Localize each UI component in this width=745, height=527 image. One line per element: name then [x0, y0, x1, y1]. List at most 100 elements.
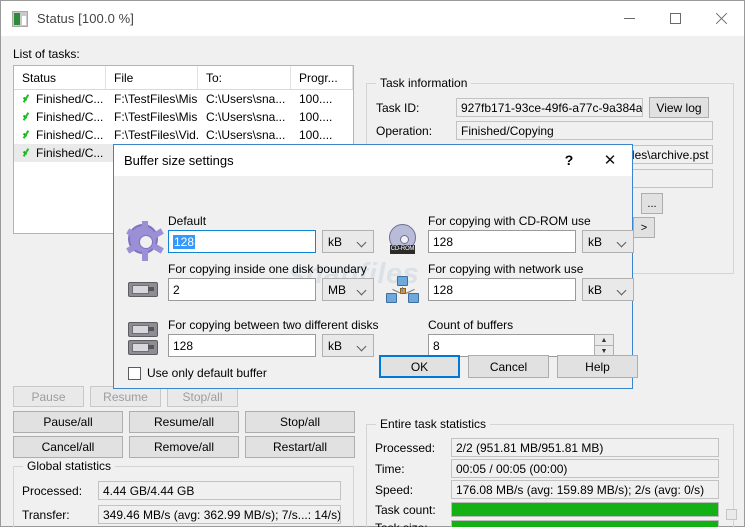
- entire-task-statistics-group: Entire task statistics Processed: 2/2 (9…: [366, 417, 734, 527]
- disk-icon: [128, 282, 158, 297]
- entire-speed-row: Speed: 176.08 MB/s (avg: 159.89 MB/s); 2…: [375, 480, 719, 499]
- pause-button[interactable]: Pause: [13, 386, 84, 407]
- cancel-button[interactable]: Cancel: [468, 355, 549, 378]
- cdrom-unit-select[interactable]: kB: [582, 230, 634, 253]
- same-disk-unit-value: MB: [328, 282, 346, 297]
- column-header-status[interactable]: Status: [14, 66, 106, 89]
- global-transfer-label: Transfer:: [22, 507, 70, 522]
- global-transfer-value: 349.46 MB/s (avg: 362.99 MB/s); 7/s...: …: [98, 505, 341, 524]
- column-header-file[interactable]: File: [106, 66, 198, 89]
- dialog-close-icon[interactable]: ✕: [588, 145, 632, 176]
- cell-progress: 100....: [299, 92, 333, 106]
- resize-grip[interactable]: [726, 509, 737, 520]
- table-row[interactable]: Finished/C... F:\TestFiles\Mis... C:\Use…: [14, 108, 353, 126]
- ok-button[interactable]: OK: [379, 355, 460, 378]
- network-label: For copying with network use: [428, 262, 584, 276]
- entire-speed-label: Speed:: [375, 482, 414, 497]
- task-action-buttons: Pause Resume Stop/all: [13, 386, 238, 407]
- checkbox-box-icon: [128, 366, 141, 380]
- remove-all-button[interactable]: Remove/all: [129, 436, 239, 458]
- network-unit-select[interactable]: kB: [582, 278, 634, 301]
- cell-progress: 100....: [299, 128, 333, 142]
- cell-status-text: Finished/C...: [36, 92, 104, 106]
- close-button[interactable]: [698, 1, 744, 36]
- entire-speed-value: 176.08 MB/s (avg: 159.89 MB/s); 2/s (avg…: [451, 480, 719, 499]
- buffer-count-stepper[interactable]: ▲ ▼: [594, 334, 614, 357]
- global-processed-value: 4.44 GB/4.44 GB: [98, 481, 341, 500]
- entire-processed-value: 2/2 (951.81 MB/951.81 MB): [451, 438, 719, 457]
- task-count-progress-bar: [451, 502, 719, 517]
- browse-row: ...: [633, 193, 663, 214]
- buffer-count-input[interactable]: 8: [428, 334, 614, 357]
- column-header-progress[interactable]: Progr...: [291, 66, 353, 89]
- check-icon: [22, 111, 34, 123]
- help-button[interactable]: Help: [557, 355, 638, 378]
- minimize-button[interactable]: [606, 1, 652, 36]
- maximize-button[interactable]: [652, 1, 698, 36]
- task-id-value: 927fb171-93ce-49f6-a77c-9a384a0: [456, 98, 643, 117]
- cell-status-text: Finished/C...: [36, 146, 104, 160]
- two-disks-input-value: 128: [173, 338, 194, 353]
- default-input[interactable]: 128: [168, 230, 316, 253]
- same-disk-input-value: 2: [173, 282, 180, 297]
- use-only-default-buffer-label: Use only default buffer: [147, 366, 267, 380]
- default-unit-select[interactable]: kB: [322, 230, 374, 253]
- use-only-default-buffer-checkbox[interactable]: Use only default buffer: [128, 366, 267, 380]
- browse-button[interactable]: ...: [641, 193, 663, 214]
- two-disks-unit-select[interactable]: kB: [322, 334, 374, 357]
- chevron-down-icon: [618, 238, 626, 246]
- two-disks-label: For copying between two different disks: [168, 318, 379, 332]
- table-row[interactable]: Finished/C... F:\TestFiles\Vid... C:\Use…: [14, 126, 353, 144]
- resume-all-button[interactable]: Resume/all: [129, 411, 239, 433]
- view-log-button[interactable]: View log: [649, 97, 709, 118]
- buffer-size-settings-dialog: Buffer size settings ? ✕ snapfiles Defau…: [113, 144, 638, 389]
- network-input-value: 128: [433, 282, 454, 297]
- cell-to: C:\Users\sna...: [206, 110, 286, 124]
- network-input[interactable]: 128: [428, 278, 576, 301]
- global-action-buttons-row2: Cancel/all Remove/all Restart/all: [13, 436, 355, 458]
- go-button[interactable]: >: [633, 217, 655, 238]
- cdrom-icon: CD-ROM: [388, 224, 418, 254]
- tasks-header-row: Status File To: Progr...: [14, 66, 353, 90]
- cdrom-input-value: 128: [433, 234, 454, 249]
- cdrom-label: For copying with CD-ROM use: [428, 214, 591, 228]
- table-row[interactable]: Finished/C... F:\TestFiles\Mis... C:\Use…: [14, 90, 353, 108]
- default-input-value: 128: [173, 234, 196, 249]
- resume-button[interactable]: Resume: [90, 386, 161, 407]
- stop-all-button[interactable]: Stop/all: [245, 411, 355, 433]
- global-processed-row: Processed: 4.44 GB/4.44 GB: [22, 481, 341, 500]
- entire-task-count-label: Task count:: [375, 502, 436, 517]
- two-disks-unit-value: kB: [328, 338, 343, 353]
- same-disk-input[interactable]: 2: [168, 278, 316, 301]
- global-statistics-title: Global statistics: [23, 459, 116, 473]
- same-disk-unit-select[interactable]: MB: [322, 278, 374, 301]
- global-action-buttons-row1: Pause/all Resume/all Stop/all: [13, 411, 355, 433]
- pause-all-button[interactable]: Pause/all: [13, 411, 123, 433]
- entire-time-row: Time: 00:05 / 00:05 (00:00): [375, 459, 719, 478]
- network-unit-value: kB: [588, 282, 603, 297]
- operation-value: Finished/Copying: [456, 121, 713, 140]
- two-disks-input[interactable]: 128: [168, 334, 316, 357]
- help-icon[interactable]: ?: [550, 145, 588, 176]
- stepper-up-icon[interactable]: ▲: [594, 334, 614, 346]
- buffer-count-value: 8: [433, 338, 440, 353]
- cell-to: C:\Users\sna...: [206, 92, 286, 106]
- column-header-to[interactable]: To:: [198, 66, 291, 89]
- buffer-count-label: Count of buffers: [428, 318, 514, 332]
- network-icon: [386, 276, 420, 306]
- check-icon: [22, 93, 34, 105]
- cell-status: Finished/C...: [14, 110, 106, 124]
- window-controls: [606, 1, 744, 36]
- chevron-down-icon: [358, 342, 366, 350]
- check-icon: [22, 129, 34, 141]
- cdrom-input[interactable]: 128: [428, 230, 576, 253]
- default-unit-value: kB: [328, 234, 343, 249]
- tasks-list-label: List of tasks:: [13, 47, 80, 61]
- restart-all-button[interactable]: Restart/all: [245, 436, 355, 458]
- entire-task-size-row: Task size:: [375, 520, 719, 527]
- default-label: Default: [168, 214, 207, 228]
- entire-task-size-label: Task size:: [375, 521, 451, 527]
- cancel-all-button[interactable]: Cancel/all: [13, 436, 123, 458]
- entire-task-statistics-title: Entire task statistics: [376, 417, 491, 431]
- stop-button[interactable]: Stop/all: [167, 386, 238, 407]
